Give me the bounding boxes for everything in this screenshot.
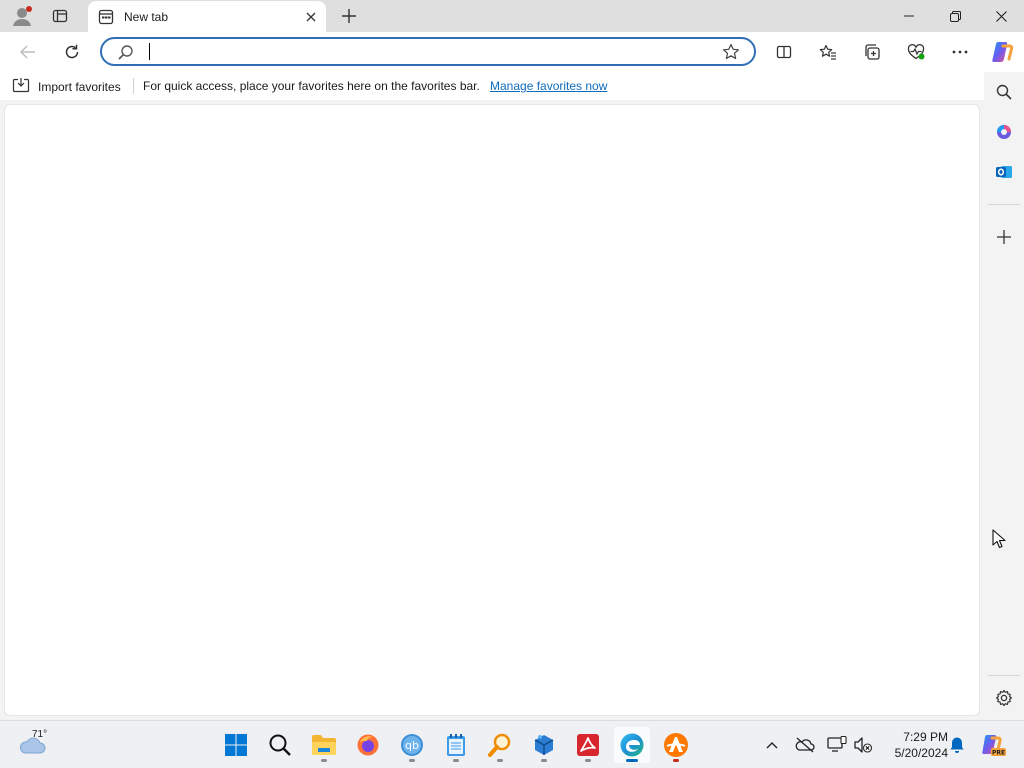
qbittorrent-app[interactable]: qb [394,727,430,763]
folder-icon [312,735,336,755]
monitor-icon [827,736,847,752]
file-explorer-app[interactable] [306,727,342,763]
onedrive-tray[interactable] [793,733,817,757]
system-clock[interactable]: 7:29 PM 5/20/2024 [880,729,948,761]
refresh-button[interactable] [58,38,86,66]
close-tab-icon[interactable] [298,6,324,28]
text-caret [149,43,150,60]
copilot-icon[interactable] [988,38,1016,66]
content-area [0,100,984,720]
start-button[interactable] [218,727,254,763]
minimize-button[interactable] [886,0,932,32]
windows-logo-icon [225,734,247,756]
network-tray[interactable] [825,733,849,757]
search-icon [118,44,134,63]
taskbar: 71° qb 7:29 PM 5/20/2024 PRE [0,720,1024,768]
package-icon [534,735,554,755]
notifications-button[interactable] [945,733,969,757]
volume-tray[interactable] [851,733,875,757]
qbittorrent-icon: qb [401,734,423,756]
running-indicator [409,759,415,762]
svg-text:qb: qb [405,739,419,752]
tab-strip: New tab [0,0,1024,32]
import-icon [12,77,30,96]
browser-essentials-button[interactable] [902,38,930,66]
magnifier-icon [488,733,511,757]
firefox-icon [357,734,379,756]
manage-favorites-link[interactable]: Manage favorites now [490,79,607,93]
import-favorites-button[interactable]: Import favorites [12,77,121,96]
weather-temperature: 71° [32,729,48,740]
microsoft-365-icon[interactable] [990,118,1018,146]
address-bar[interactable] [100,37,756,66]
weather-widget[interactable]: 71° [18,729,48,759]
sidebar-divider [988,204,1020,205]
favorites-hint-text: For quick access, place your favorites h… [143,79,480,93]
running-indicator [541,759,547,762]
package-app[interactable] [526,727,562,763]
import-favorites-label: Import favorites [38,79,121,94]
avast-app[interactable] [658,727,694,763]
running-indicator [321,759,327,762]
search-tool-app[interactable] [482,727,518,763]
svg-text:PRE: PRE [992,750,1005,757]
workspaces-icon[interactable] [48,5,72,27]
bell-icon [950,737,964,753]
show-hidden-icons-button[interactable] [760,733,784,757]
clock-date: 5/20/2024 [894,746,948,760]
favorites-button[interactable] [814,38,842,66]
outlook-icon[interactable] [990,158,1018,186]
notepad-icon [447,734,465,756]
copilot-preview-button[interactable]: PRE [979,733,1007,757]
new-tab-button[interactable] [336,5,362,27]
speaker-muted-icon [854,737,873,753]
notepad-app[interactable] [438,727,474,763]
favorites-bar: Import favorites For quick access, place… [0,72,1024,100]
tab-new-tab[interactable]: New tab [88,1,326,32]
running-indicator [585,759,591,762]
avast-icon [664,733,688,757]
profile-icon[interactable] [10,5,34,27]
edge-sidebar [984,72,1024,720]
clock-time: 7:29 PM [903,730,948,744]
chevron-up-icon [766,742,778,749]
favorites-divider [133,78,134,94]
copilot-pre-icon: PRE [982,735,1006,757]
page-content[interactable] [4,104,980,716]
running-indicator [453,759,459,762]
split-screen-button[interactable] [770,38,798,66]
sidebar-search-icon[interactable] [990,78,1018,106]
sidebar-divider-bottom [988,675,1020,676]
more-options-button[interactable] [946,38,974,66]
browser-toolbar [0,32,1024,72]
running-indicator [497,759,503,762]
new-tab-page-icon [98,9,114,25]
address-input[interactable] [148,42,708,62]
pdf-reader-app[interactable] [570,727,606,763]
edge-icon [620,733,644,757]
active-indicator [626,759,638,762]
favorite-star-icon[interactable] [722,43,740,64]
search-icon [269,734,291,756]
running-indicator [673,759,679,762]
edge-app[interactable] [614,727,650,763]
restore-button[interactable] [932,0,978,32]
sidebar-settings-icon[interactable] [990,684,1018,712]
collections-button[interactable] [858,38,886,66]
firefox-app[interactable] [350,727,386,763]
add-sidebar-app-icon[interactable] [990,223,1018,251]
close-window-button[interactable] [978,0,1024,32]
back-button[interactable] [14,38,42,66]
cloud-offline-icon [795,737,815,753]
tab-title: New tab [124,9,169,24]
pdf-icon [577,734,599,756]
taskbar-search-button[interactable] [262,727,298,763]
mouse-cursor-icon [992,529,1006,552]
